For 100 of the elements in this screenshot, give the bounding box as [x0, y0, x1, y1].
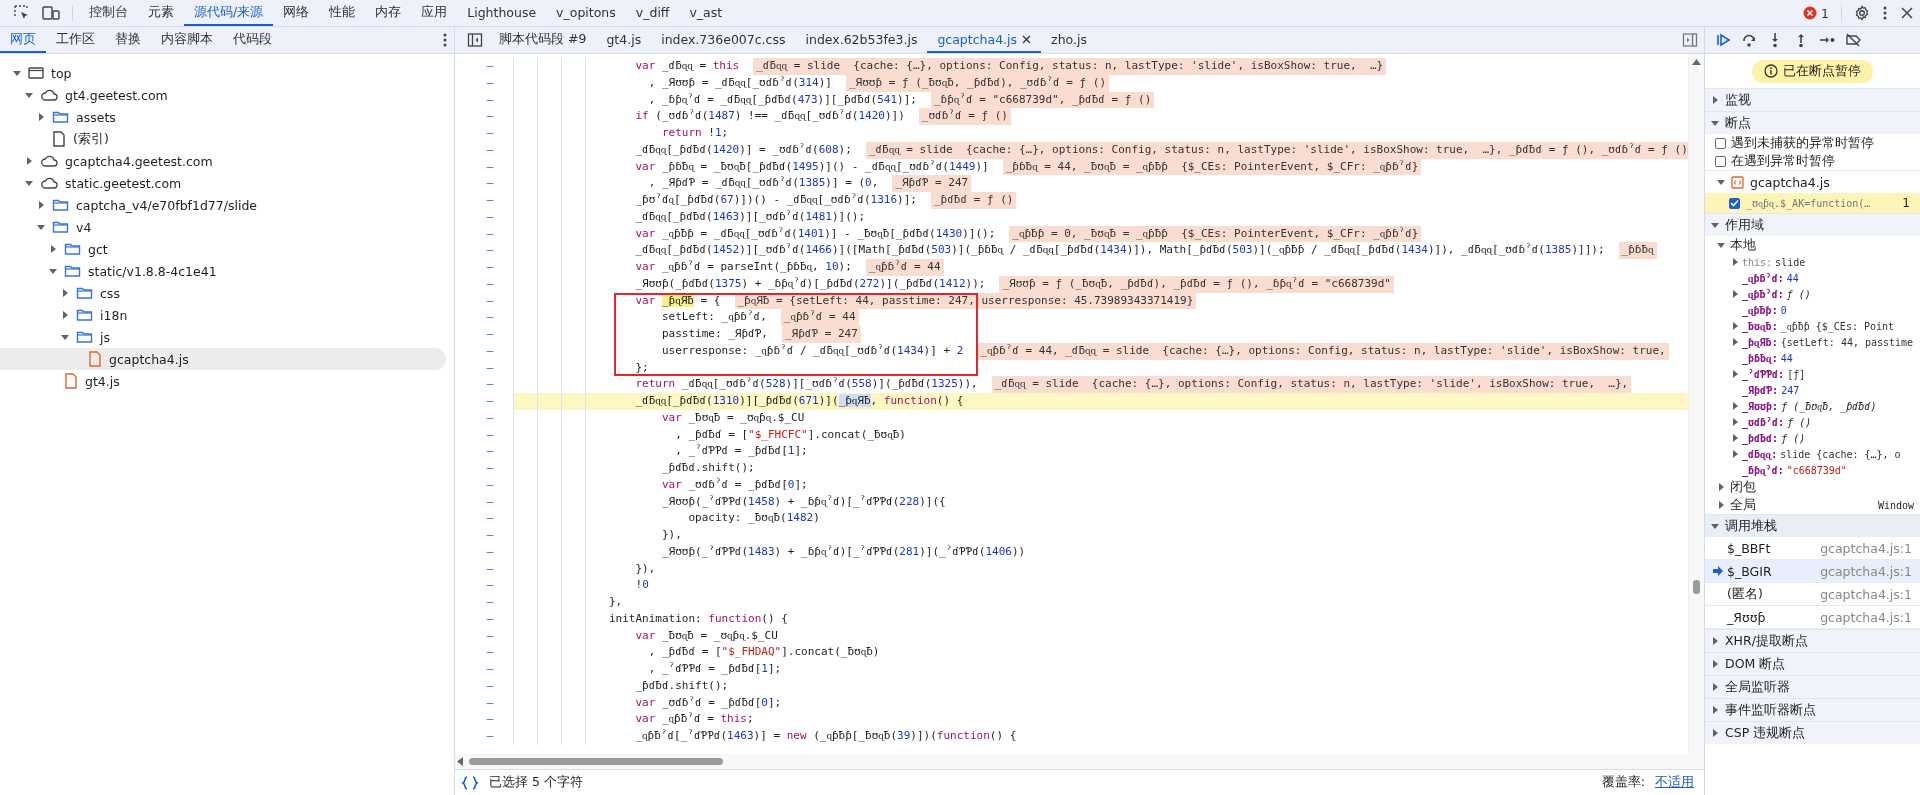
breakpoint-item[interactable]: _ʊɋƥɋ.$_AK=function(… 1 — [1705, 193, 1920, 213]
step-over-icon[interactable] — [1741, 32, 1757, 48]
resume-icon[interactable] — [1715, 32, 1731, 48]
pane-header[interactable]: DOM 断点 — [1705, 652, 1920, 675]
panel-tab[interactable]: Lighthouse — [457, 0, 547, 26]
sidebar-toggle-icon[interactable] — [467, 32, 483, 48]
tree-item[interactable]: gct — [0, 238, 446, 260]
disclosure-triangle-icon[interactable] — [1717, 178, 1725, 186]
device-icon[interactable] — [42, 5, 60, 21]
scope-name[interactable]: 本地 — [1730, 236, 1914, 254]
tree-item[interactable]: top — [0, 62, 446, 84]
scope-name[interactable]: 闭包 — [1730, 478, 1914, 496]
tree-item[interactable]: gcaptcha4.geetest.com — [0, 150, 446, 172]
more-options-icon[interactable] — [1882, 5, 1888, 21]
disclosure-triangle-icon[interactable] — [1731, 290, 1739, 298]
disclosure-triangle-icon[interactable] — [1711, 221, 1719, 229]
disclosure-triangle-icon[interactable] — [1731, 402, 1739, 410]
pane-header[interactable]: 断点 — [1705, 111, 1920, 134]
coverage-link[interactable]: 不适用 — [1655, 774, 1694, 791]
pane-header[interactable]: CSP 违规断点 — [1705, 721, 1920, 744]
disclosure-triangle-icon[interactable] — [1731, 450, 1739, 458]
disclosure-triangle-icon[interactable] — [1731, 434, 1739, 442]
tree-item[interactable]: gt4.js — [0, 370, 446, 392]
format-icon[interactable] — [461, 775, 479, 790]
panel-tab[interactable]: 性能 — [319, 0, 366, 26]
tree-item[interactable]: js — [0, 326, 446, 348]
disclosure-triangle-icon[interactable] — [1711, 706, 1719, 714]
file-tab[interactable]: gt4.js — [596, 27, 652, 53]
scrollbar-thumb[interactable] — [469, 758, 723, 765]
disclosure-triangle-icon[interactable] — [1711, 683, 1719, 691]
disclosure-triangle-icon[interactable] — [1711, 660, 1719, 668]
disclosure-triangle-icon[interactable] — [1731, 258, 1739, 266]
error-count-button[interactable]: 1 — [1797, 5, 1835, 21]
pane-header[interactable]: 作用域 — [1705, 213, 1920, 236]
file-tab[interactable]: index.736e007c.css — [651, 27, 796, 53]
panel-tab[interactable]: 元素 — [138, 0, 184, 26]
settings-icon[interactable] — [1854, 5, 1870, 21]
disclosure-triangle-icon[interactable] — [1711, 522, 1719, 530]
file-tab[interactable]: zho.js — [1041, 27, 1097, 53]
close-icon[interactable] — [1900, 6, 1914, 20]
disclosure-triangle-icon[interactable] — [1711, 729, 1719, 737]
disclosure-triangle-icon[interactable] — [1711, 96, 1719, 104]
tree-item[interactable]: assets — [0, 106, 446, 128]
navigator-tab[interactable]: 代码段 — [223, 27, 282, 53]
disclosure-triangle-icon[interactable] — [25, 179, 33, 187]
tree-item[interactable]: gt4.geetest.com — [0, 84, 446, 106]
disclosure-triangle-icon[interactable] — [1717, 483, 1725, 491]
navigator-tab[interactable]: 内容脚本 — [151, 27, 223, 53]
pane-header[interactable]: 调用堆栈 — [1705, 514, 1920, 537]
disclosure-triangle-icon[interactable] — [1731, 338, 1739, 346]
scroll-left-arrow-icon[interactable] — [457, 757, 463, 766]
panel-tab[interactable]: 控制台 — [79, 0, 138, 26]
disclosure-triangle-icon[interactable] — [25, 91, 33, 99]
disclosure-triangle-icon[interactable] — [37, 201, 45, 209]
disclosure-triangle-icon[interactable] — [61, 333, 69, 341]
file-tab[interactable]: 脚本代码段 #9 — [489, 27, 597, 53]
scope-name[interactable]: 全局 — [1730, 496, 1873, 514]
tree-item[interactable]: i18n — [0, 304, 446, 326]
panel-tab[interactable]: 应用 — [411, 0, 458, 26]
pane-header[interactable]: 事件监听器断点 — [1705, 698, 1920, 721]
disclosure-triangle-icon[interactable] — [37, 113, 45, 121]
checkbox[interactable] — [1729, 197, 1740, 209]
tree-item[interactable]: css — [0, 282, 446, 304]
checkbox[interactable] — [1715, 137, 1726, 149]
scrollbar[interactable] — [455, 754, 1704, 769]
disclosure-triangle-icon[interactable] — [1717, 501, 1725, 509]
disclosure-triangle-icon[interactable] — [13, 69, 21, 77]
tree-item[interactable]: static.geetest.com — [0, 172, 446, 194]
disclosure-triangle-icon[interactable] — [61, 289, 69, 297]
panel-tab[interactable]: v_ast — [679, 0, 733, 26]
tree-item[interactable]: captcha_v4/e70fbf1d77/slide — [0, 194, 446, 216]
panel-tab[interactable]: v_diff — [625, 0, 680, 26]
disclosure-triangle-icon[interactable] — [37, 223, 45, 231]
tree-item[interactable]: gcaptcha4.js — [0, 348, 446, 370]
call-frame[interactable]: $_BGIR gcaptcha4.js:1 — [1705, 560, 1920, 583]
more-options-icon[interactable] — [442, 32, 448, 48]
disclosure-triangle-icon[interactable] — [1717, 241, 1725, 249]
scrollbar-thumb[interactable] — [1693, 580, 1700, 594]
navigator-tab[interactable]: 网页 — [0, 27, 46, 53]
panel-tab[interactable]: v_opitons — [546, 0, 626, 26]
disclosure-triangle-icon[interactable] — [49, 245, 57, 253]
scroll-up-arrow-icon[interactable] — [1692, 59, 1701, 65]
checkbox[interactable] — [1715, 155, 1726, 167]
deactivate-breakpoints-icon[interactable] — [1845, 32, 1861, 48]
sidebar-toggle-icon[interactable] — [1682, 32, 1698, 48]
panel-tab[interactable]: 内存 — [365, 0, 412, 26]
pane-header[interactable]: 监视 — [1705, 88, 1920, 111]
disclosure-triangle-icon[interactable] — [1731, 418, 1739, 426]
scrollbar[interactable] — [1688, 54, 1704, 754]
disclosure-triangle-icon[interactable] — [49, 267, 57, 275]
close-icon[interactable] — [1022, 34, 1032, 44]
disclosure-triangle-icon[interactable] — [1731, 370, 1739, 378]
file-tab[interactable]: gcaptcha4.js — [927, 27, 1042, 53]
disclosure-triangle-icon[interactable] — [61, 311, 69, 319]
disclosure-triangle-icon[interactable] — [1731, 322, 1739, 330]
tree-item[interactable]: static/v1.8.8-4c1e41 — [0, 260, 446, 282]
inspect-icon[interactable] — [14, 5, 30, 21]
tree-item[interactable]: v4 — [0, 216, 446, 238]
disclosure-triangle-icon[interactable] — [25, 157, 33, 165]
navigator-tab[interactable]: 替换 — [105, 27, 151, 53]
